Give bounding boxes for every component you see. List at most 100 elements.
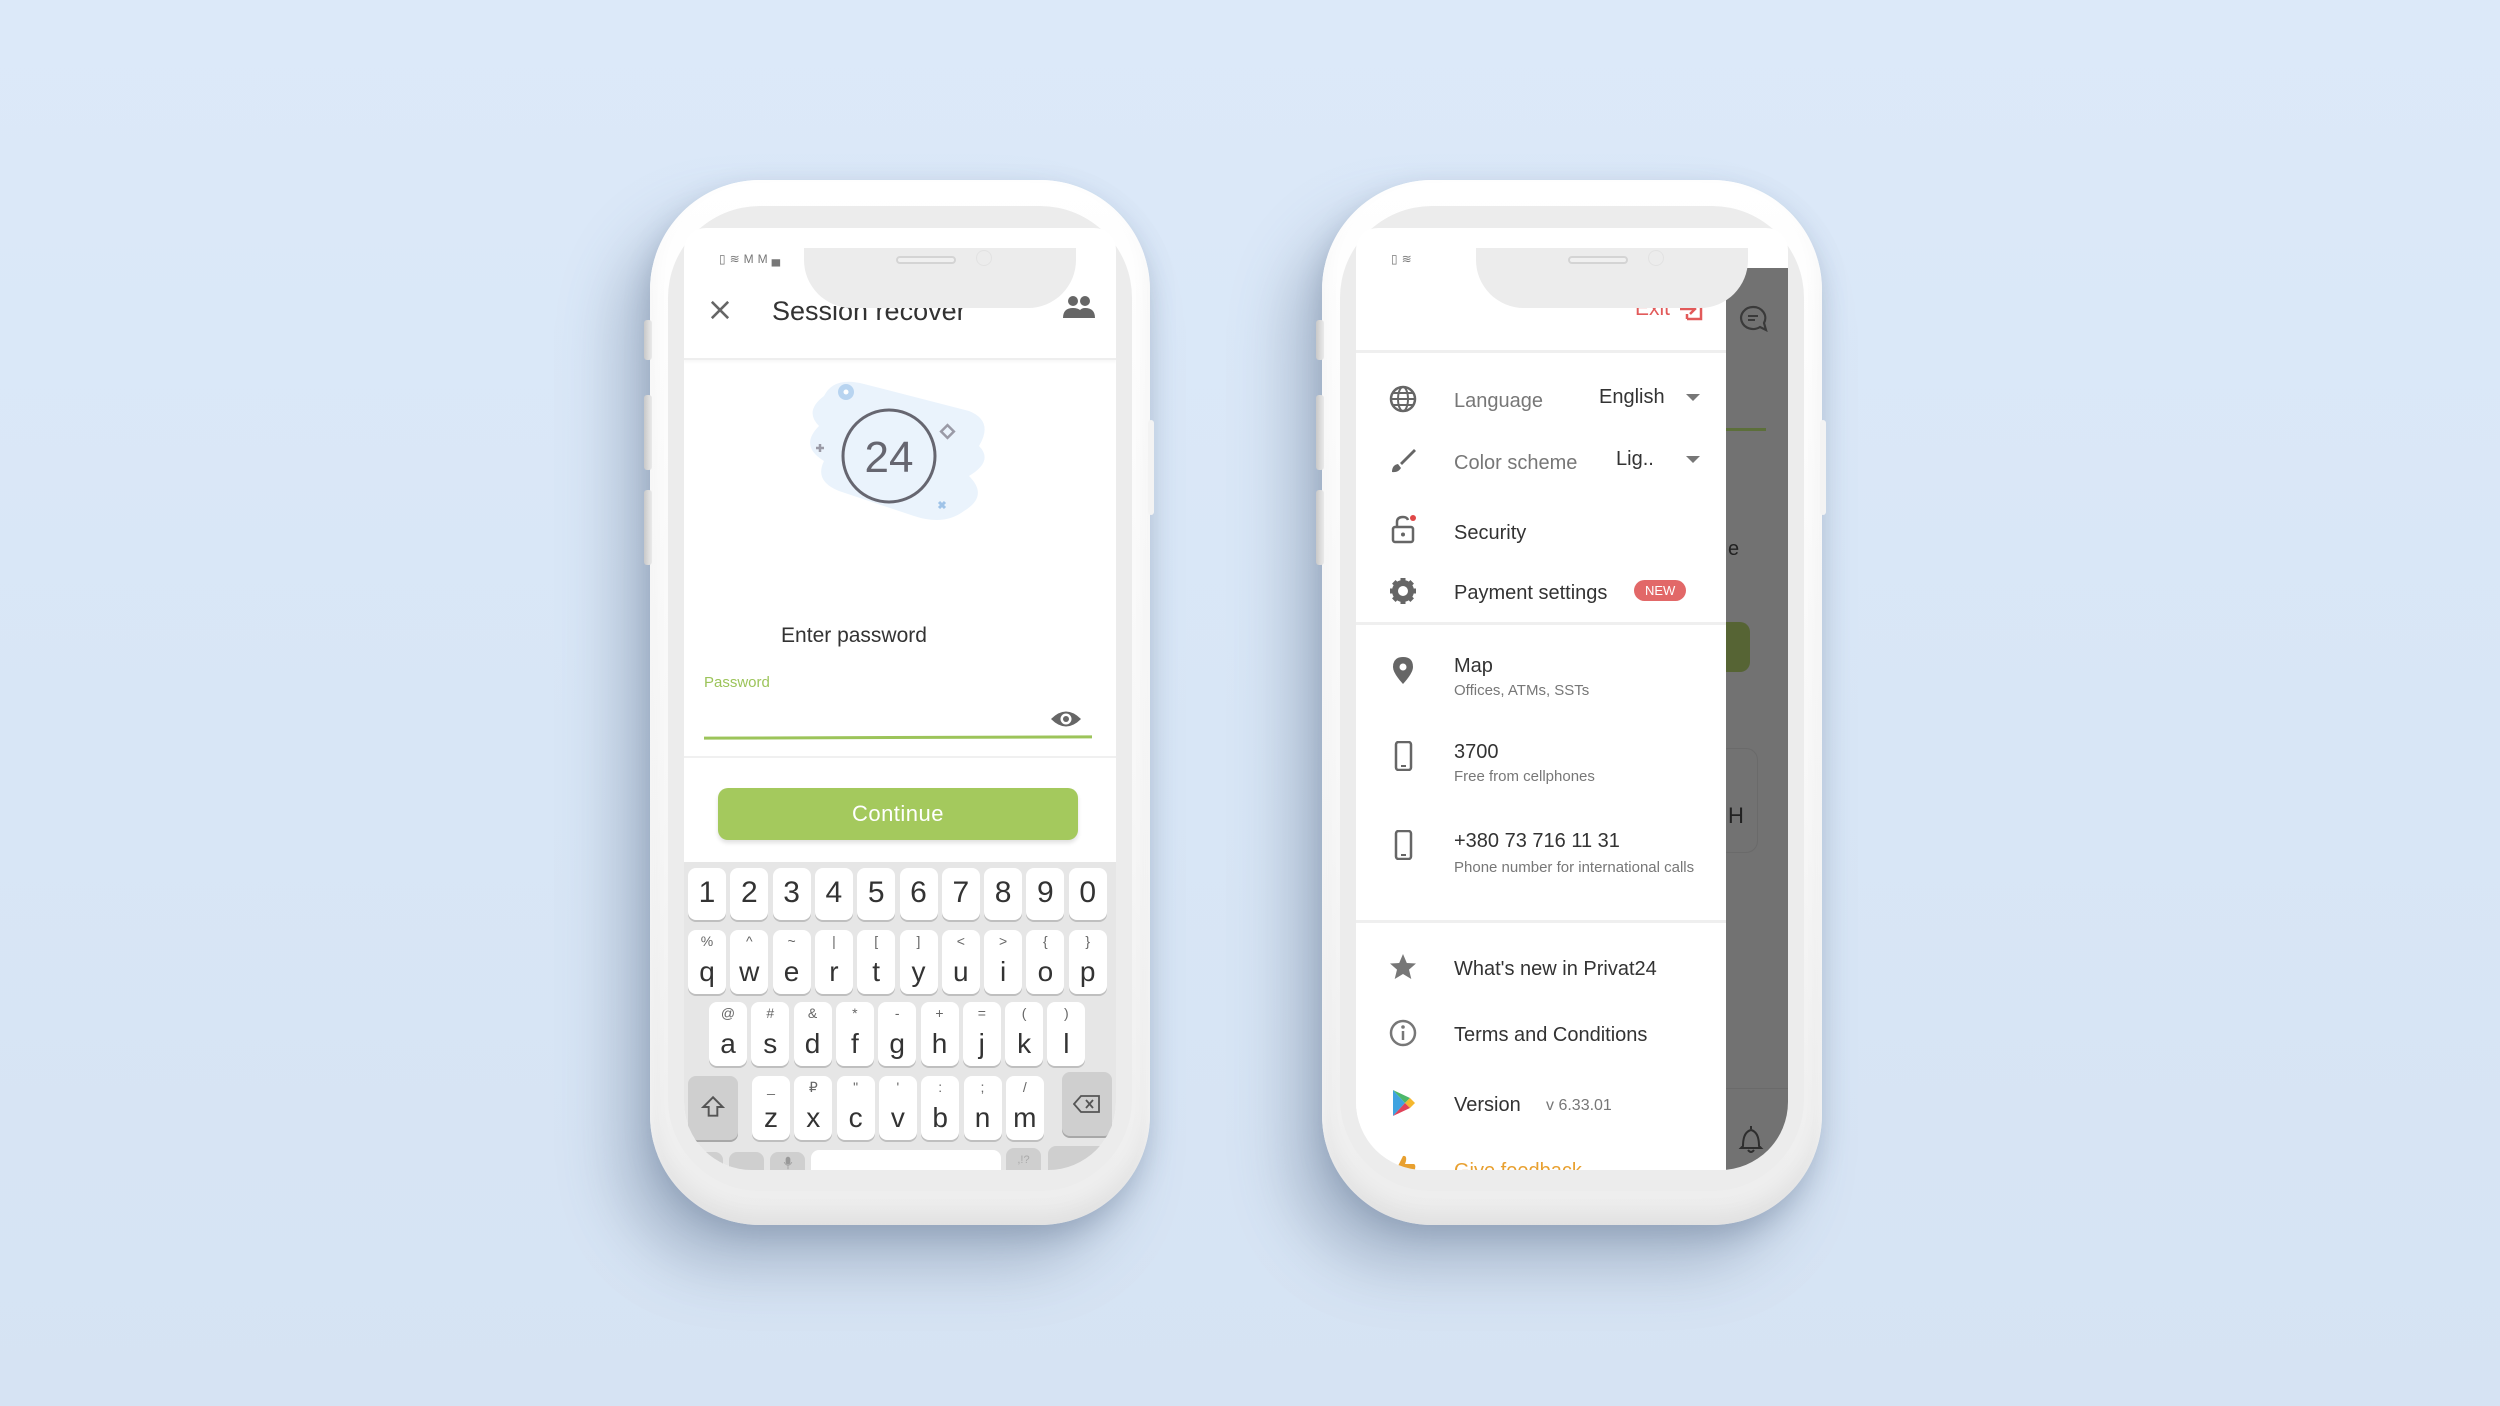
key-alt-label: #: [766, 1005, 775, 1021]
background-text: e: [1728, 538, 1740, 560]
key-4[interactable]: 4: [814, 868, 853, 920]
divider: [1356, 350, 1726, 353]
menu-item-give-feedback[interactable]: Give feedback: [1356, 1150, 1726, 1170]
key-9[interactable]: 9: [1026, 868, 1065, 920]
key-e[interactable]: ~ e: [772, 930, 811, 994]
key-label: x: [806, 1102, 821, 1133]
key-i[interactable]: > i: [984, 930, 1023, 994]
key-label: r: [829, 956, 839, 987]
key-1[interactable]: 1: [688, 868, 726, 920]
key-p[interactable]: } p: [1068, 930, 1107, 994]
key-label: 4: [825, 876, 843, 909]
continue-button[interactable]: Continue: [718, 788, 1078, 840]
key-alt-label: ]: [916, 933, 921, 949]
key-x[interactable]: ₽ x: [794, 1076, 833, 1140]
menu-item-version[interactable]: Version v 6.33.01: [1356, 1084, 1726, 1124]
chat-icon: [1740, 305, 1768, 332]
menu-item-security[interactable]: Security: [1356, 512, 1726, 552]
privat24-illustration: 24: [810, 381, 985, 520]
key-m[interactable]: / m: [1005, 1076, 1044, 1140]
space-key[interactable]: ‹English (US)›: [811, 1150, 1001, 1170]
color-scheme-value[interactable]: Lig..: [1616, 448, 1654, 471]
key-label: z: [764, 1102, 778, 1133]
background-underline: [1726, 428, 1766, 431]
key-alt-label: %: [700, 933, 714, 949]
key-j[interactable]: = j: [962, 1002, 1001, 1066]
notification-icons: ▯ ≋ M M ▄: [719, 252, 780, 266]
key-3[interactable]: 3: [772, 868, 811, 920]
shift-key[interactable]: [688, 1076, 738, 1140]
prompt-text: Enter password: [781, 624, 927, 647]
key-alt-label: @: [720, 1005, 736, 1021]
key-g[interactable]: -g: [878, 1002, 917, 1066]
key-label: c: [848, 1102, 863, 1133]
menu-item-short-number[interactable]: 3700 Free from cellphones: [1356, 739, 1726, 799]
key-o[interactable]: {o: [1026, 930, 1065, 994]
key-l[interactable]: ) l: [1047, 1002, 1086, 1066]
key-h[interactable]: + h: [920, 1002, 959, 1066]
key-d[interactable]: & d: [793, 1002, 832, 1066]
symbols-key[interactable]: 123: [688, 1152, 723, 1170]
globe-icon: [1389, 385, 1417, 413]
key-alt-label: =: [977, 1005, 986, 1021]
phone-icon: [1394, 830, 1413, 860]
key-k[interactable]: (k: [1005, 1002, 1044, 1066]
close-icon[interactable]: [706, 296, 734, 324]
image-icon: ▄: [771, 252, 781, 266]
dropdown-caret-icon[interactable]: [1686, 456, 1700, 463]
menu-item-payment-settings[interactable]: Payment settings NEW: [1356, 572, 1726, 612]
key-6[interactable]: 6: [899, 868, 938, 920]
key-z[interactable]: _ z: [752, 1076, 790, 1140]
wifi-icon: ≋: [1401, 252, 1412, 266]
key-b[interactable]: :b: [921, 1076, 960, 1140]
background-text: H: [1728, 803, 1744, 828]
key-v[interactable]: ' v: [878, 1076, 917, 1140]
drawer-scrim[interactable]: e H: [1716, 268, 1788, 1170]
key-f[interactable]: * f: [835, 1002, 874, 1066]
key-alt-label: _: [767, 1079, 775, 1095]
phone-session-recover: ▯ ≋ M M ▄ % 7:18 Session recover: [644, 180, 1154, 1225]
password-input[interactable]: [704, 698, 1092, 732]
key-t[interactable]: [t: [857, 930, 896, 994]
key-n[interactable]: ; n: [963, 1076, 1002, 1140]
menu-sublabel: Phone number for international calls: [1454, 859, 1695, 876]
key-label: f: [851, 1028, 859, 1059]
menu-item-language[interactable]: Language English: [1356, 380, 1726, 420]
enter-key[interactable]: [1048, 1146, 1110, 1170]
key-5[interactable]: 5: [857, 868, 896, 920]
thumbs-up-icon: [1390, 1155, 1416, 1170]
dropdown-caret-icon[interactable]: [1686, 394, 1700, 401]
key-w[interactable]: ^ w: [730, 930, 769, 994]
comma-key[interactable]: ,: [770, 1152, 805, 1170]
menu-item-whats-new[interactable]: What's new in Privat24: [1356, 948, 1726, 988]
key-label: v: [890, 1102, 905, 1133]
eye-icon[interactable]: [1050, 708, 1082, 730]
key-a[interactable]: @ a: [709, 1002, 747, 1066]
password-underline: [703, 735, 1093, 740]
key-label: q: [699, 956, 715, 987]
backspace-key[interactable]: [1062, 1072, 1112, 1136]
people-icon[interactable]: [1062, 294, 1096, 320]
key-c[interactable]: " c: [836, 1076, 875, 1140]
emoji-key[interactable]: ☺: [729, 1152, 764, 1170]
key-7[interactable]: 7: [941, 868, 980, 920]
key-0[interactable]: 0: [1068, 868, 1107, 920]
key-r[interactable]: | r: [814, 930, 853, 994]
key-alt-label: /: [1022, 1079, 1027, 1095]
key-u[interactable]: < u: [941, 930, 980, 994]
key-8[interactable]: 8: [984, 868, 1023, 920]
key-label: 5: [867, 876, 885, 909]
menu-item-terms[interactable]: Terms and Conditions: [1356, 1014, 1726, 1054]
key-q[interactable]: % q: [688, 930, 726, 994]
key-2[interactable]: 2: [730, 868, 769, 920]
language-value[interactable]: English: [1599, 386, 1665, 409]
menu-item-color-scheme[interactable]: Color scheme Lig..: [1356, 442, 1726, 482]
version-number: v 6.33.01: [1546, 1097, 1612, 1114]
key-s[interactable]: # s: [751, 1002, 790, 1066]
key-y[interactable]: ] y: [899, 930, 938, 994]
period-key[interactable]: ,!?.: [1006, 1148, 1041, 1170]
menu-item-international-number[interactable]: +380 73 716 11 31 Phone number for inter…: [1356, 828, 1726, 908]
menu-label: Security: [1454, 522, 1527, 544]
menu-item-map[interactable]: Map Offices, ATMs, SSTs: [1356, 653, 1726, 713]
key-label: 2: [740, 876, 758, 909]
